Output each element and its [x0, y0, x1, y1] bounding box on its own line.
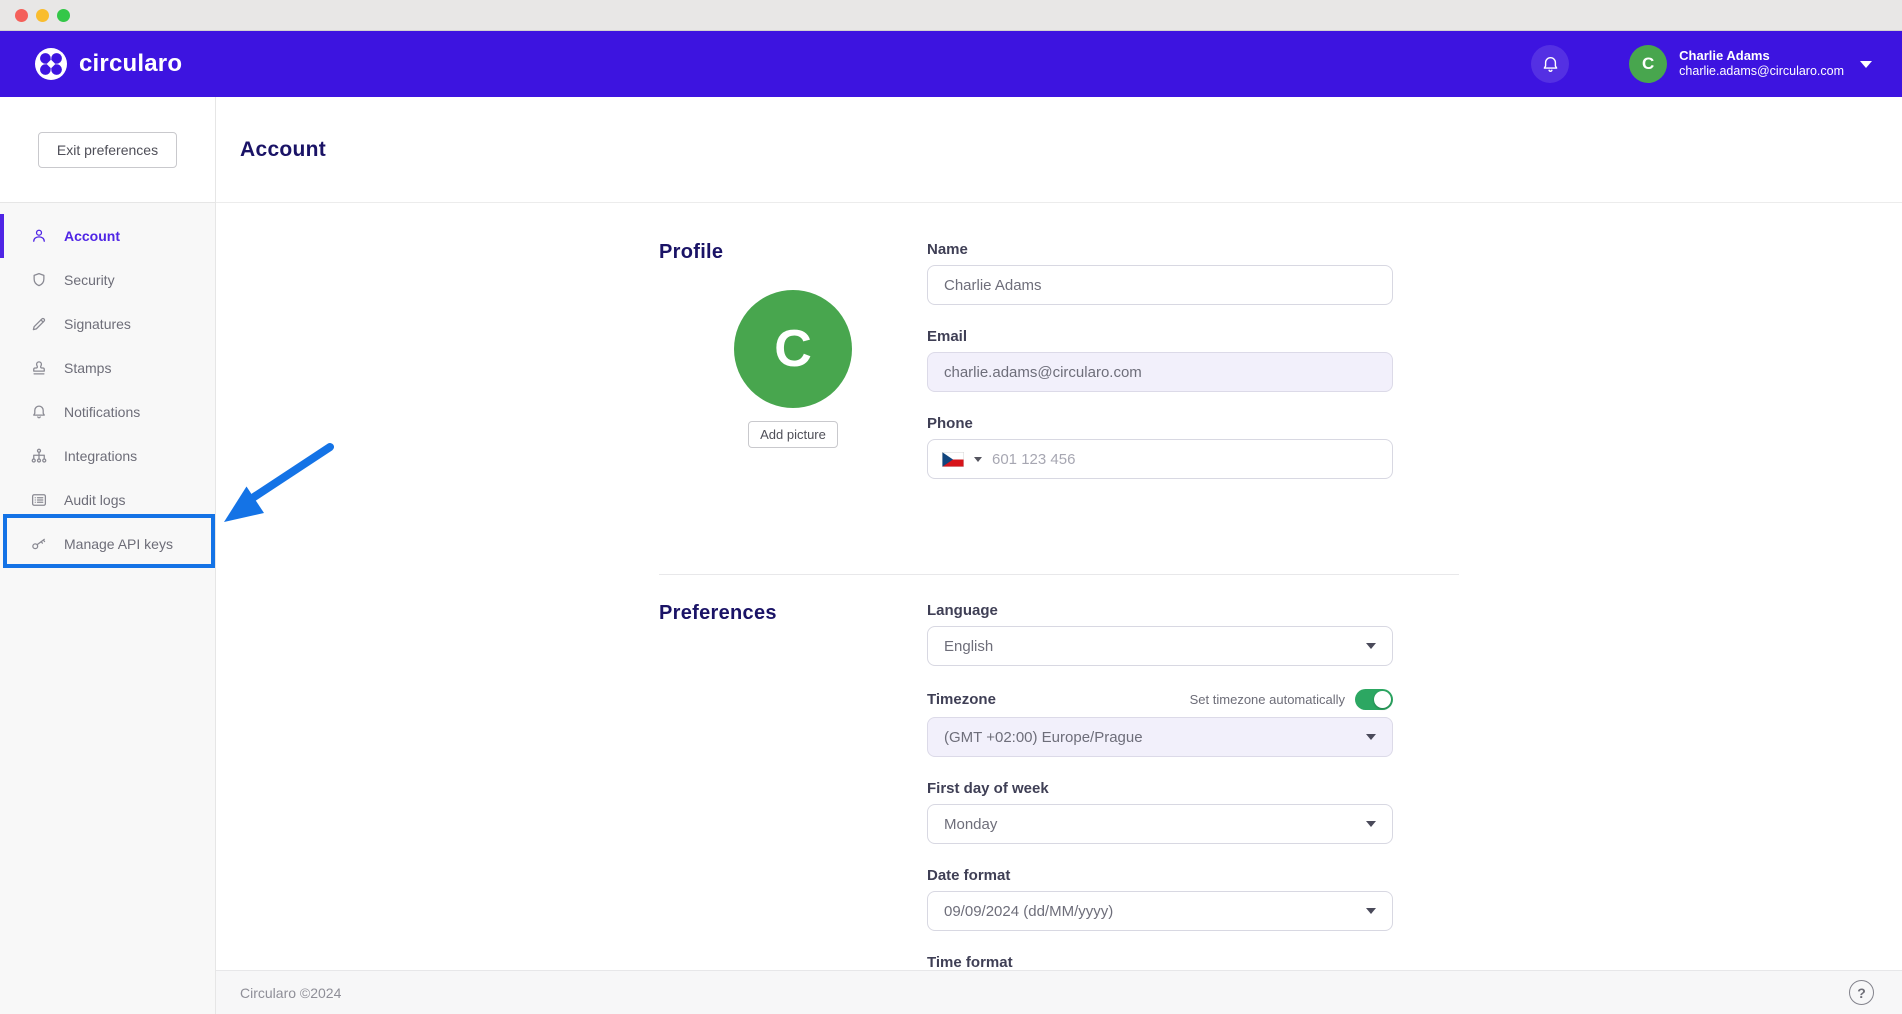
name-label: Name — [927, 241, 1393, 258]
sidebar-item-account[interactable]: Account — [0, 214, 215, 258]
preferences-section: Preferences Language English — [659, 575, 1459, 970]
czech-flag-icon[interactable] — [942, 452, 964, 467]
bell-icon — [1540, 54, 1561, 75]
sidebar-item-stamps[interactable]: Stamps — [0, 346, 215, 390]
toggle-knob — [1374, 691, 1391, 708]
zoom-window-button[interactable] — [57, 9, 70, 22]
sidebar-item-label: Audit logs — [64, 492, 125, 508]
sidebar-item-label: Notifications — [64, 404, 140, 420]
page-header: Account — [216, 97, 1902, 203]
key-icon — [30, 535, 48, 553]
profile-heading: Profile — [659, 241, 927, 264]
circularo-logo-icon — [34, 47, 68, 81]
country-select-chevron-down-icon[interactable] — [974, 457, 982, 462]
email-field — [927, 352, 1393, 392]
date-format-value: 09/09/2024 (dd/MM/yyyy) — [944, 903, 1113, 920]
user-menu-chevron-down-icon[interactable] — [1860, 61, 1872, 68]
main-area: Account Profile C Add picture Name — [216, 97, 1902, 1014]
brand-name: circularo — [79, 50, 182, 78]
footer: Circularo ©2024 ? — [216, 970, 1902, 1014]
copyright-text: Circularo ©2024 — [240, 985, 341, 1001]
first-day-of-week-label: First day of week — [927, 780, 1393, 797]
shield-icon — [30, 271, 48, 289]
preferences-heading: Preferences — [659, 602, 927, 625]
chevron-down-icon — [1366, 643, 1376, 649]
stamp-icon — [30, 359, 48, 377]
chevron-down-icon — [1366, 734, 1376, 740]
chevron-down-icon — [1366, 821, 1376, 827]
user-avatar[interactable]: C — [1629, 45, 1667, 83]
content-area: Profile C Add picture Name Email — [216, 203, 1902, 970]
sidebar-item-audit-logs[interactable]: Audit logs — [0, 478, 215, 522]
timezone-label: Timezone — [927, 691, 996, 708]
date-format-label: Date format — [927, 867, 1393, 884]
minimize-window-button[interactable] — [36, 9, 49, 22]
phone-label: Phone — [927, 415, 1393, 432]
brand-logo[interactable]: circularo — [34, 47, 182, 81]
help-button[interactable]: ? — [1849, 980, 1874, 1005]
email-label: Email — [927, 328, 1393, 345]
user-info[interactable]: Charlie Adams charlie.adams@circularo.co… — [1679, 48, 1844, 80]
language-label: Language — [927, 602, 1393, 619]
first-day-of-week-value: Monday — [944, 816, 997, 833]
sitemap-icon — [30, 447, 48, 465]
profile-avatar: C — [734, 290, 852, 408]
phone-input[interactable] — [992, 451, 1376, 468]
language-select[interactable]: English — [927, 626, 1393, 666]
preferences-sidebar: Exit preferences Account Security — [0, 97, 216, 1014]
name-field[interactable] — [927, 265, 1393, 305]
first-day-of-week-select[interactable]: Monday — [927, 804, 1393, 844]
time-format-label: Time format — [927, 954, 1393, 970]
user-name: Charlie Adams — [1679, 48, 1844, 64]
sidebar-item-notifications[interactable]: Notifications — [0, 390, 215, 434]
user-email: charlie.adams@circularo.com — [1679, 64, 1844, 80]
notifications-button[interactable] — [1531, 45, 1569, 83]
sidebar-item-security[interactable]: Security — [0, 258, 215, 302]
profile-section: Profile C Add picture Name Email — [659, 203, 1459, 502]
sidebar-item-label: Stamps — [64, 360, 111, 376]
pen-icon — [30, 315, 48, 333]
window-titlebar — [0, 0, 1902, 31]
sidebar-item-signatures[interactable]: Signatures — [0, 302, 215, 346]
person-icon — [30, 227, 48, 245]
language-value: English — [944, 638, 993, 655]
sidebar-item-manage-api-keys[interactable]: Manage API keys — [0, 522, 215, 566]
sidebar-item-label: Integrations — [64, 448, 137, 464]
sidebar-item-label: Security — [64, 272, 115, 288]
chevron-down-icon — [1366, 908, 1376, 914]
sidebar-item-label: Signatures — [64, 316, 131, 332]
sidebar-item-label: Manage API keys — [64, 536, 173, 552]
timezone-auto-label: Set timezone automatically — [1190, 692, 1345, 707]
sidebar-item-label: Account — [64, 228, 120, 244]
timezone-auto-toggle[interactable] — [1355, 689, 1393, 710]
preferences-menu: Account Security Signatures — [0, 203, 215, 566]
timezone-select: (GMT +02:00) Europe/Prague — [927, 717, 1393, 757]
date-format-select[interactable]: 09/09/2024 (dd/MM/yyyy) — [927, 891, 1393, 931]
timezone-value: (GMT +02:00) Europe/Prague — [944, 729, 1143, 746]
bell-icon — [30, 403, 48, 421]
page-title: Account — [240, 138, 326, 162]
list-icon — [30, 491, 48, 509]
phone-field — [927, 439, 1393, 479]
add-picture-button[interactable]: Add picture — [748, 421, 838, 448]
exit-preferences-button[interactable]: Exit preferences — [38, 132, 177, 168]
app-header: circularo C Charlie Adams charlie.adams@… — [0, 31, 1902, 97]
close-window-button[interactable] — [15, 9, 28, 22]
sidebar-item-integrations[interactable]: Integrations — [0, 434, 215, 478]
